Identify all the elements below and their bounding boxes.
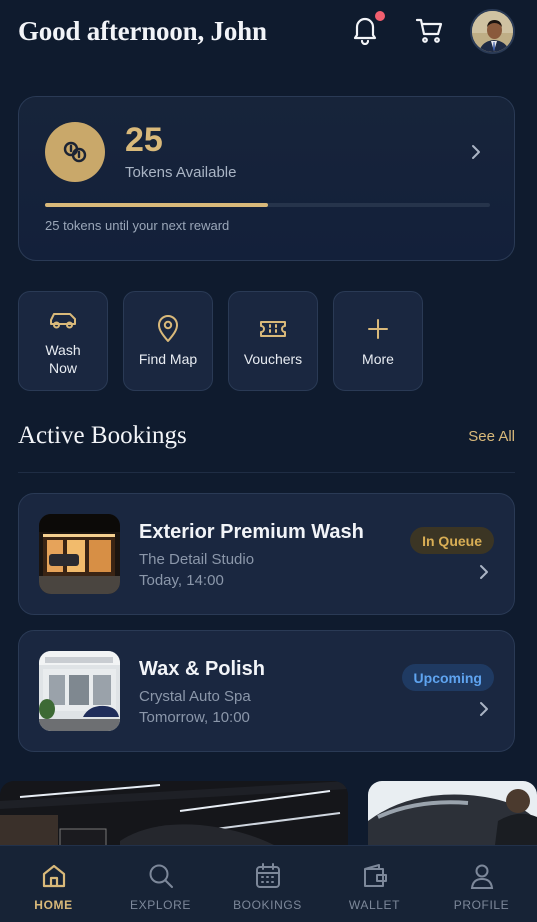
tokens-progress-text: 25 tokens until your next reward — [45, 218, 230, 233]
home-icon — [40, 862, 68, 890]
find-map-button[interactable]: Find Map — [123, 291, 213, 391]
wash-now-label: Wash Now — [45, 342, 81, 376]
active-bookings-title: Active Bookings — [18, 422, 187, 449]
map-pin-icon — [156, 314, 180, 344]
nav-label: WALLET — [348, 898, 401, 912]
chevron-right-icon — [469, 143, 483, 166]
booking-card[interactable]: Exterior Premium Wash The Detail Studio … — [18, 493, 515, 615]
booking-card[interactable]: Wax & Polish Crystal Auto Spa Tomorrow, … — [18, 630, 515, 752]
nav-wallet[interactable]: WALLET — [321, 846, 428, 922]
wallet-icon — [361, 862, 389, 890]
header: Good afternoon, John — [0, 0, 537, 70]
nav-label: HOME — [34, 898, 73, 912]
chevron-right-icon — [478, 564, 490, 585]
tokens-progress-fill — [45, 203, 268, 207]
divider — [18, 472, 515, 473]
bottom-nav: HOME EXPLORE BOOKINGS WALLET PROFILE — [0, 845, 537, 922]
nav-label: EXPLORE — [130, 898, 191, 912]
vouchers-label: Vouchers — [243, 351, 303, 367]
more-label: More — [362, 351, 394, 367]
booking-title: Wax & Polish — [139, 658, 265, 680]
nav-label: BOOKINGS — [233, 898, 302, 912]
status-badge: In Queue — [410, 527, 494, 554]
status-badge: Upcoming — [401, 664, 494, 691]
nav-home[interactable]: HOME — [0, 846, 107, 922]
tokens-coin-icon — [45, 122, 105, 182]
nav-profile[interactable]: PROFILE — [428, 846, 535, 922]
tokens-count: 25 — [125, 121, 163, 159]
search-icon — [147, 862, 175, 890]
plus-icon — [366, 314, 390, 344]
booking-place: Crystal Auto Spa — [139, 688, 251, 705]
tokens-progress-bar — [45, 203, 490, 207]
wash-now-button[interactable]: Wash Now — [18, 291, 108, 391]
find-map-label: Find Map — [138, 351, 198, 367]
booking-thumbnail — [39, 651, 120, 731]
booking-time: Tomorrow, 10:00 — [139, 709, 250, 726]
notification-dot — [375, 11, 385, 21]
user-icon — [468, 862, 496, 890]
nav-label: PROFILE — [453, 898, 510, 912]
nav-explore[interactable]: EXPLORE — [107, 846, 214, 922]
booking-thumbnail — [39, 514, 120, 594]
more-button[interactable]: More — [333, 291, 423, 391]
booking-time: Today, 14:00 — [139, 572, 224, 589]
avatar[interactable] — [470, 9, 515, 54]
booking-title: Exterior Premium Wash — [139, 521, 364, 543]
cart-icon[interactable] — [413, 14, 445, 46]
tokens-label: Tokens Available — [125, 164, 237, 181]
nav-bookings[interactable]: BOOKINGS — [214, 846, 321, 922]
booking-place: The Detail Studio — [139, 551, 255, 568]
calendar-icon — [254, 862, 282, 890]
vouchers-button[interactable]: Vouchers — [228, 291, 318, 391]
greeting: Good afternoon, John — [18, 16, 267, 46]
ticket-icon — [258, 314, 288, 344]
chevron-right-icon — [478, 701, 490, 722]
car-icon — [48, 305, 78, 335]
tokens-card[interactable]: 25 Tokens Available 25 tokens until your… — [18, 96, 515, 261]
see-all-link[interactable]: See All — [468, 428, 515, 445]
